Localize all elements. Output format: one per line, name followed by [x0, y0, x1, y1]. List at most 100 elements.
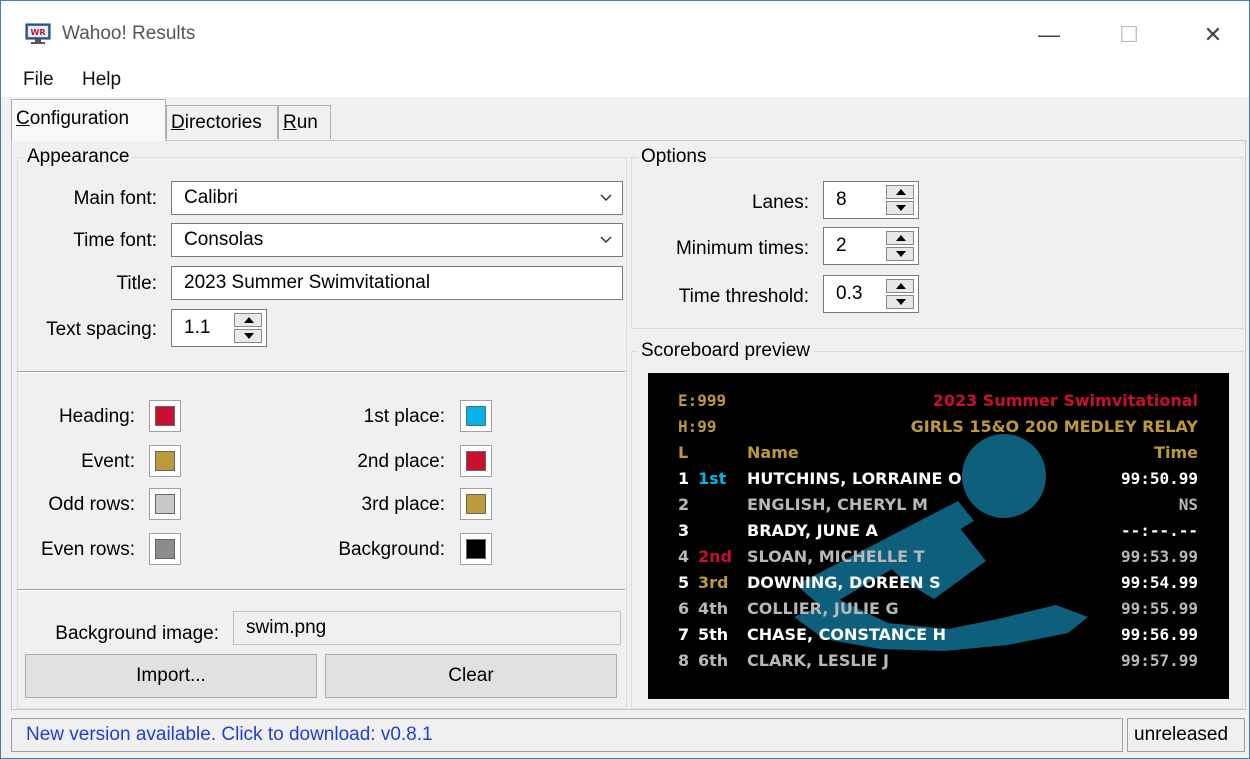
third-place-color-button[interactable]: [460, 488, 492, 520]
arrow-down-icon: [896, 251, 906, 257]
even-rows-color-swatch: [155, 539, 175, 559]
spin-up-button[interactable]: [886, 185, 914, 199]
header-name: Name: [747, 443, 799, 462]
lanes-label: Lanes:: [751, 192, 809, 213]
update-link[interactable]: New version available. Click to download…: [11, 718, 1123, 752]
app-icon: WR: [25, 23, 51, 44]
tab-strip: Configuration Directories Run: [1, 97, 1249, 141]
row-name: COLLIER, JULIE G: [747, 599, 899, 618]
separator: [17, 589, 625, 591]
time-threshold-spinner[interactable]: 0.3: [823, 275, 919, 313]
clear-button[interactable]: Clear: [325, 654, 617, 698]
odd-rows-color-button[interactable]: [149, 488, 181, 520]
menu-help[interactable]: Help: [82, 69, 121, 91]
arrow-down-icon: [896, 299, 906, 305]
row-name: ENGLISH, CHERYL M: [747, 495, 928, 514]
menu-file[interactable]: File: [23, 69, 54, 91]
spinner-buttons: [234, 313, 262, 343]
second-place-color-label: 2nd place:: [357, 451, 445, 472]
spin-up-button[interactable]: [886, 231, 914, 245]
arrow-up-icon: [896, 235, 906, 241]
arrow-down-icon: [896, 205, 906, 211]
maximize-button[interactable]: ☐: [1107, 15, 1151, 55]
time-font-value: Consolas: [184, 229, 264, 250]
main-window: WR Wahoo! Results — ☐ ✕ File Help Config…: [0, 0, 1250, 759]
title-label: Title:: [116, 273, 157, 294]
tab-configuration[interactable]: Configuration: [11, 99, 166, 141]
odd-rows-color-label: Odd rows:: [48, 494, 135, 515]
main-font-label: Main font:: [73, 188, 157, 209]
third-place-color-label: 3rd place:: [361, 494, 445, 515]
time-threshold-value: 0.3: [836, 283, 863, 304]
row-name: CHASE, CONSTANCE H: [747, 625, 946, 644]
row-name: DOWNING, DOREEN S: [747, 573, 941, 592]
text-spacing-spinner[interactable]: 1.1: [171, 309, 267, 347]
minimum-times-value: 2: [836, 235, 847, 256]
odd-rows-color-swatch: [155, 494, 175, 514]
row-place: 6th: [698, 651, 729, 670]
title-input[interactable]: 2023 Summer Swimvitational: [171, 266, 623, 300]
separator: [17, 371, 625, 373]
tab-configuration-accel: C: [16, 108, 30, 129]
spin-down-button[interactable]: [886, 295, 914, 309]
time-font-label: Time font:: [73, 230, 157, 251]
row-name: BRADY, JUNE A: [747, 521, 878, 540]
row-lane: 3: [678, 521, 690, 540]
lanes-spinner[interactable]: 8: [823, 181, 919, 219]
tab-directories-label: irectories: [184, 112, 262, 133]
row-time: --:--.--: [1120, 521, 1198, 540]
close-button[interactable]: ✕: [1191, 15, 1235, 55]
spinner-buttons: [886, 231, 914, 261]
first-place-color-swatch: [466, 406, 486, 426]
row-name: CLARK, LESLIE J: [747, 651, 889, 670]
text-spacing-value: 1.1: [184, 317, 211, 338]
time-font-select[interactable]: Consolas: [171, 223, 623, 257]
preview-title: 2023 Summer Swimvitational: [932, 391, 1198, 410]
spin-down-button[interactable]: [234, 329, 262, 343]
row-lane: 8: [678, 651, 690, 670]
background-color-button[interactable]: [460, 533, 492, 565]
svg-text:WR: WR: [31, 28, 46, 37]
preview-event-name: GIRLS 15&O 200 MEDLEY RELAY: [910, 417, 1198, 436]
second-place-color-button[interactable]: [460, 445, 492, 477]
appearance-group-label: Appearance: [24, 146, 133, 168]
import-button[interactable]: Import...: [25, 654, 317, 698]
row-name: HUTCHINS, LORRAINE O: [747, 469, 962, 488]
options-group-label: Options: [638, 146, 710, 168]
row-lane: 1: [678, 469, 690, 488]
row-place: 1st: [698, 469, 727, 488]
row-place: 3rd: [698, 573, 729, 592]
minimize-button[interactable]: —: [1027, 15, 1071, 55]
spin-down-button[interactable]: [886, 247, 914, 261]
row-time: NS: [1178, 495, 1198, 514]
row-time: 99:55.99: [1120, 599, 1198, 618]
first-place-color-button[interactable]: [460, 400, 492, 432]
event-color-label: Event:: [81, 451, 135, 472]
minimum-times-spinner[interactable]: 2: [823, 227, 919, 265]
background-color-swatch: [466, 539, 486, 559]
tab-directories[interactable]: Directories: [166, 105, 278, 139]
row-lane: 7: [678, 625, 690, 644]
row-time: 99:50.99: [1120, 469, 1198, 488]
tab-run[interactable]: Run: [278, 105, 331, 139]
spin-down-button[interactable]: [886, 201, 914, 215]
main-font-select[interactable]: Calibri: [171, 181, 623, 215]
row-time: 99:57.99: [1120, 651, 1198, 670]
header-lane: L: [678, 443, 689, 462]
tab-configuration-label: onfiguration: [29, 108, 130, 129]
version-label: unreleased: [1127, 718, 1245, 752]
arrow-down-icon: [244, 333, 254, 339]
chevron-down-icon: [600, 194, 612, 202]
event-color-button[interactable]: [149, 445, 181, 477]
chevron-down-icon: [600, 236, 612, 244]
row-place: 2nd: [698, 547, 732, 566]
spin-up-button[interactable]: [234, 313, 262, 327]
row-place: 5th: [698, 625, 729, 644]
background-image-field: swim.png: [233, 611, 621, 645]
row-lane: 6: [678, 599, 690, 618]
window-title: Wahoo! Results: [62, 23, 196, 44]
even-rows-color-button[interactable]: [149, 533, 181, 565]
heading-color-button[interactable]: [149, 400, 181, 432]
spin-up-button[interactable]: [886, 279, 914, 293]
main-font-value: Calibri: [184, 187, 238, 208]
